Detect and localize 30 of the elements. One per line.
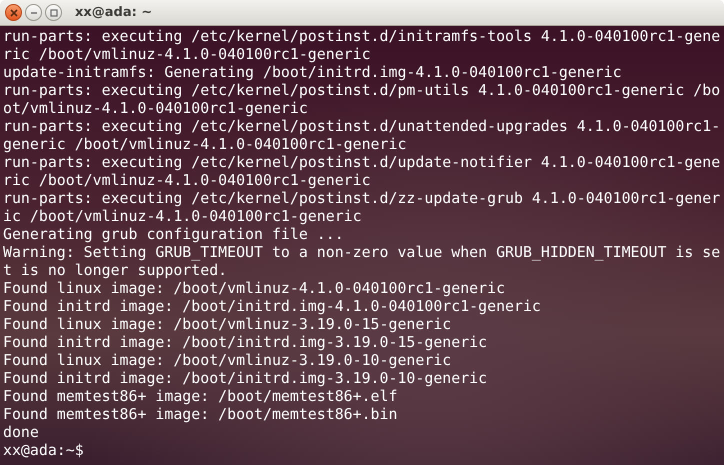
minimize-button[interactable] [25, 4, 42, 21]
close-icon [8, 8, 18, 18]
terminal-line: Found initrd image: /boot/initrd.img-4.1.0-040100rc1-generic [3, 297, 542, 315]
terminal-line: Warning: Setting GRUB_TIMEOUT to a non-zero value when GRUB_HIDDEN_TIMEOUT is se [3, 243, 722, 261]
terminal-line: Found linux image: /boot/vmlinuz-3.19.0-10-generic [3, 351, 452, 369]
terminal-line: ric /boot/vmlinuz-4.1.0-040100rc1-generic [3, 45, 372, 63]
terminal-line: Generating grub configuration file ... [3, 225, 345, 243]
close-button[interactable] [5, 4, 22, 21]
terminal-line: Found memtest86+ image: /boot/memtest86+.bin [3, 405, 398, 423]
window-title: xx@ada: ~ [75, 5, 152, 20]
terminal-line: t is no longer supported. [3, 261, 228, 279]
terminal-line: generic /boot/vmlinuz-4.1.0-040100rc1-generic [3, 135, 408, 153]
terminal-line: run-parts: executing /etc/kernel/postinst.d/initramfs-tools 4.1.0-040100rc1-gene [3, 27, 722, 45]
terminal-line: run-parts: executing /etc/kernel/postinst.d/zz-update-grub 4.1.0-040100rc1-gener [3, 189, 722, 207]
terminal-line: ot/vmlinuz-4.1.0-040100rc1-generic [3, 99, 309, 117]
terminal-line: xx@ada:~$ [3, 441, 85, 459]
terminal-line: Found linux image: /boot/vmlinuz-4.1.0-040100rc1-generic [3, 279, 506, 297]
maximize-button[interactable] [45, 4, 62, 21]
terminal-line: Found initrd image: /boot/initrd.img-3.19.0-15-generic [3, 333, 488, 351]
terminal-line: Found initrd image: /boot/initrd.img-3.19.0-10-generic [3, 369, 488, 387]
terminal-line: run-parts: executing /etc/kernel/postinst.d/unattended-upgrades 4.1.0-040100rc1- [3, 117, 722, 135]
terminal-line: run-parts: executing /etc/kernel/postinst.d/update-notifier 4.1.0-040100rc1-gene [3, 153, 722, 171]
terminal-line: Found memtest86+ image: /boot/memtest86+.elf [3, 387, 398, 405]
maximize-icon [48, 8, 58, 18]
terminal-line: run-parts: executing /etc/kernel/postinst.d/pm-utils 4.1.0-040100rc1-generic /bo [3, 81, 722, 99]
terminal-line: Found linux image: /boot/vmlinuz-3.19.0-15-generic [3, 315, 452, 333]
terminal-line: ric /boot/vmlinuz-4.1.0-040100rc1-generic [3, 171, 372, 189]
terminal-line: done [3, 423, 40, 441]
terminal-line: ic /boot/vmlinuz-4.1.0-040100rc1-generic [3, 207, 363, 225]
terminal-line: update-initramfs: Generating /boot/initrd.img-4.1.0-040100rc1-generic [3, 63, 623, 81]
